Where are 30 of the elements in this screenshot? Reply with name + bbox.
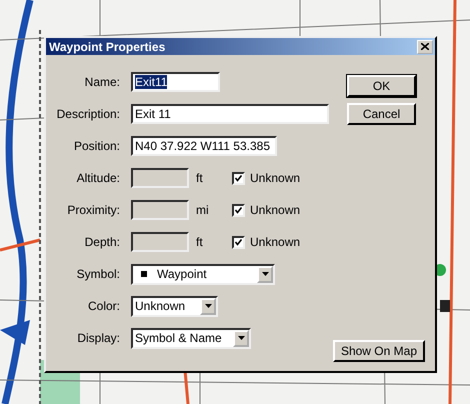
caret-icon	[204, 304, 212, 308]
field-label: Display:	[77, 331, 120, 345]
unit-label: ft	[196, 171, 204, 185]
check-icon	[235, 206, 242, 214]
caret-icon	[262, 272, 268, 276]
input-field[interactable]: N40 37.922 W111 53.385	[131, 136, 277, 156]
dropdown[interactable]: Symbol & Name	[131, 328, 251, 348]
close-icon	[421, 43, 429, 50]
check-icon	[235, 238, 242, 246]
field-label: Symbol:	[76, 267, 120, 281]
field-label: Color:	[88, 299, 120, 313]
dialog-button[interactable]: OK	[347, 75, 416, 97]
close-button[interactable]	[417, 40, 433, 54]
field-label: Name:	[84, 75, 120, 89]
input-field[interactable]: Exit11	[131, 72, 220, 92]
show-on-map-button[interactable]: Show On Map	[332, 340, 425, 362]
input-field[interactable]: Exit 11	[131, 104, 329, 124]
check-icon	[235, 174, 242, 182]
dropdown[interactable]: Unknown	[131, 296, 218, 316]
dialog-button[interactable]: Cancel	[347, 103, 416, 125]
field-label: Altitude:	[76, 171, 120, 185]
window-title: Waypoint Properties	[49, 40, 166, 54]
dropdown[interactable]: Waypoint	[131, 264, 275, 284]
field-label: Position:	[74, 139, 120, 153]
unit-label: mi	[196, 203, 210, 217]
unit-label: ft	[196, 235, 204, 249]
caret-icon	[238, 336, 244, 340]
field-label: Depth:	[84, 235, 120, 249]
field-label: Description:	[56, 107, 120, 121]
field-label: Proximity:	[67, 203, 120, 217]
